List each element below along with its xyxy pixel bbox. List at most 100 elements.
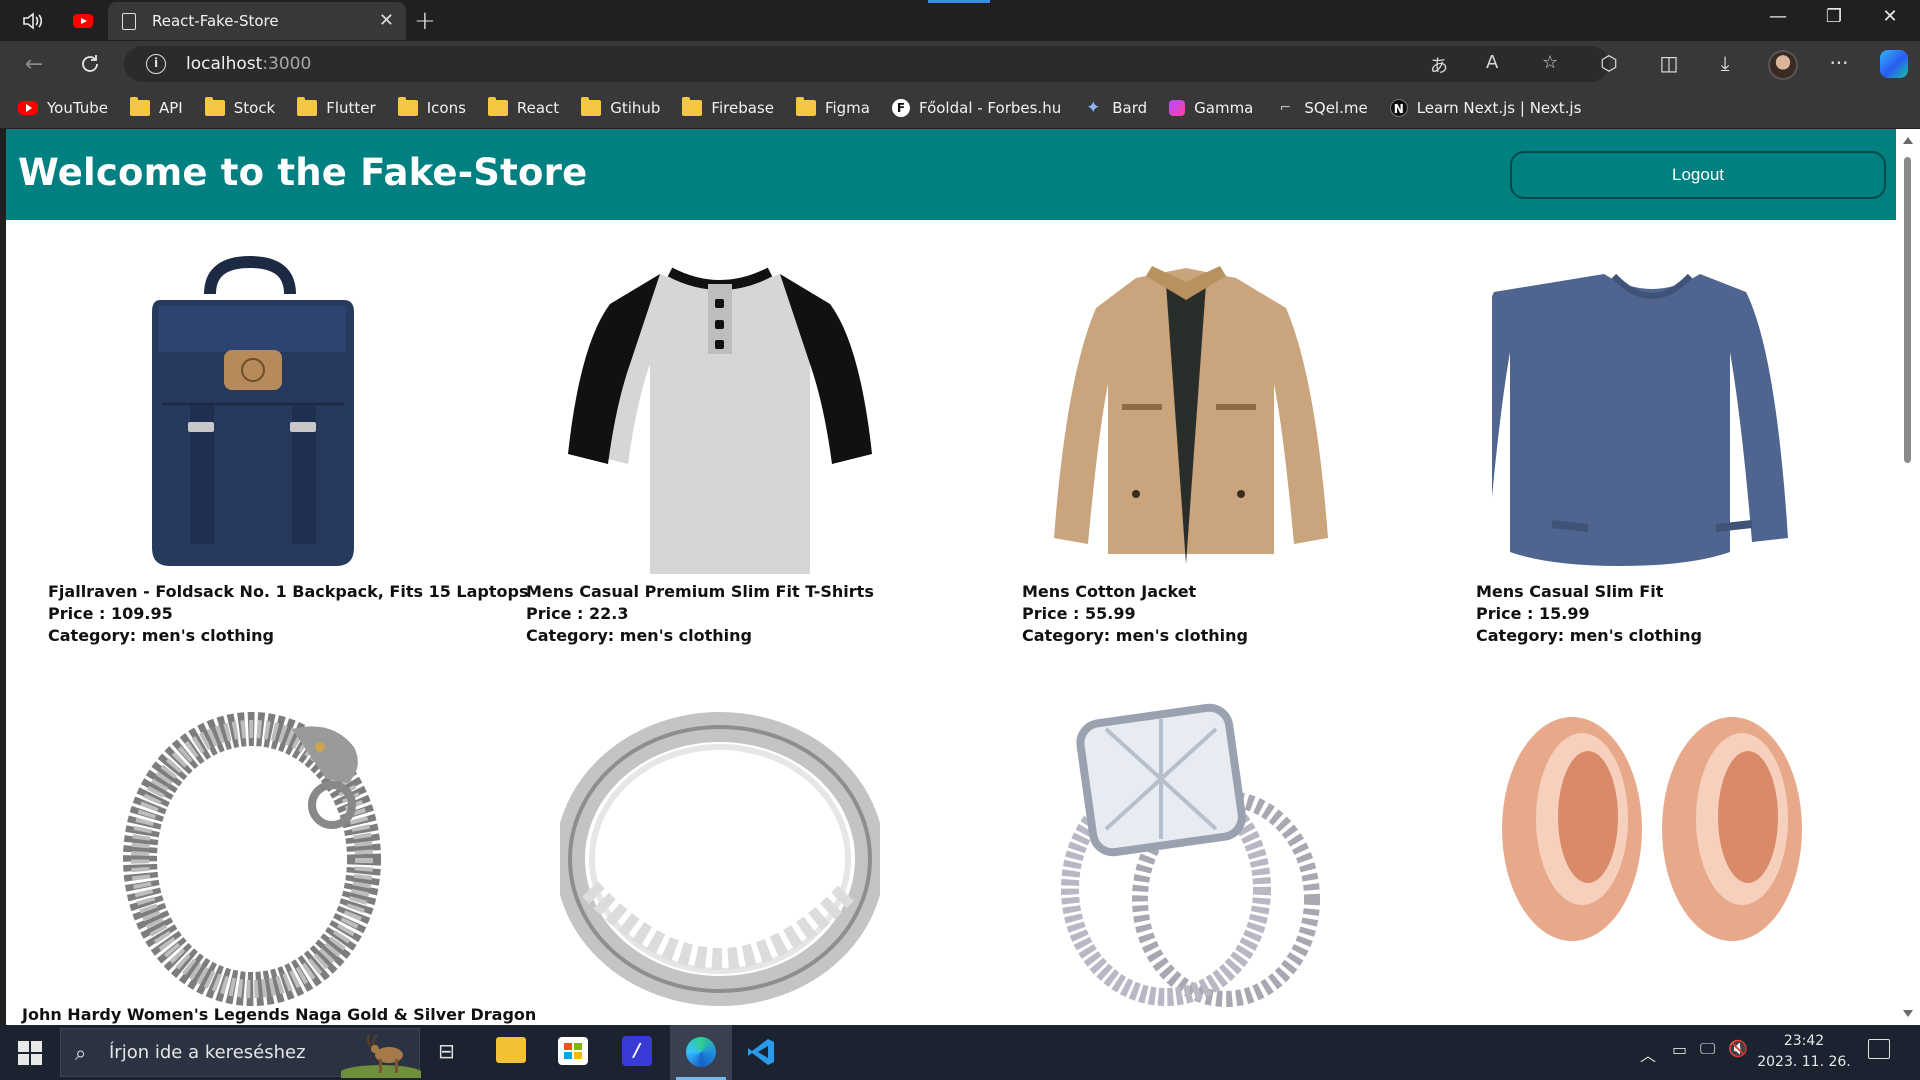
product-info: John Hardy Women's Legends Naga Gold & S… bbox=[22, 1004, 536, 1025]
favorite-star-icon[interactable]: ☆ bbox=[1542, 52, 1558, 73]
tab-react-fake-store[interactable]: React-Fake-Store ✕ bbox=[108, 2, 406, 40]
gamma-icon bbox=[1169, 99, 1186, 116]
taskbar-clock[interactable]: 23:42 2023. 11. 26. bbox=[1752, 1031, 1856, 1073]
product-info: Mens Casual Slim Fit Price : 15.99 Categ… bbox=[1476, 581, 1702, 647]
url-field[interactable]: i localhost:3000 あ A ☆ bbox=[124, 46, 1609, 82]
microsoft-store-icon[interactable] bbox=[558, 1037, 588, 1065]
network-icon[interactable]: 🖵 bbox=[1700, 1039, 1715, 1059]
notifications-icon[interactable] bbox=[1868, 1039, 1890, 1059]
restore-button[interactable]: ❐ bbox=[1814, 6, 1854, 27]
bookmark-bard[interactable]: ✦ Bard bbox=[1083, 99, 1147, 117]
minimize-button[interactable]: — bbox=[1758, 6, 1798, 27]
clock-time: 23:42 bbox=[1783, 1033, 1825, 1049]
url-text[interactable]: localhost:3000 bbox=[186, 54, 311, 74]
logout-button[interactable]: Logout bbox=[1510, 151, 1886, 199]
deer-illustration-icon bbox=[341, 1034, 421, 1078]
new-tab-button[interactable]: + bbox=[414, 6, 436, 36]
address-bar-row: ← i localhost:3000 あ A ☆ ⬡ ◫ ⤓ ··· bbox=[0, 41, 1920, 87]
translate-icon[interactable]: あ bbox=[1430, 52, 1448, 78]
folder-icon bbox=[487, 96, 508, 116]
bookmarks-bar: YouTube API Stock Flutter Icons React Gt… bbox=[0, 87, 1920, 128]
product-category: Category: men's clothing bbox=[526, 626, 753, 645]
product-title: Mens Cotton Jacket bbox=[1022, 582, 1197, 601]
product-category: Category: men's clothing bbox=[1476, 626, 1703, 645]
bookmark-forbes[interactable]: F Főoldal - Forbes.hu bbox=[891, 98, 1061, 117]
folder-icon bbox=[297, 96, 318, 116]
back-button[interactable]: ← bbox=[18, 49, 50, 79]
more-menu-icon[interactable]: ··· bbox=[1824, 51, 1854, 75]
product-info: Mens Casual Premium Slim Fit T-Shirts Pr… bbox=[526, 581, 874, 647]
bookmark-sqel[interactable]: ⌐ SQel.me bbox=[1275, 99, 1368, 117]
product-image-backpack[interactable] bbox=[32, 254, 472, 574]
folder-icon bbox=[795, 96, 816, 116]
site-info-icon[interactable]: i bbox=[146, 54, 166, 74]
search-placeholder: Írjon ide a kereséshez bbox=[109, 1042, 306, 1063]
bookmark-figma[interactable]: Figma bbox=[795, 96, 870, 117]
product-price: Price : 55.99 bbox=[1022, 604, 1136, 623]
bookmark-react[interactable]: React bbox=[487, 96, 559, 117]
product-image-diamond-ring[interactable] bbox=[966, 689, 1406, 1009]
folder-icon bbox=[581, 96, 602, 116]
bookmark-icons[interactable]: Icons bbox=[397, 96, 466, 117]
page-viewport: Welcome to the Fake-Store Logout Fjallra… bbox=[6, 129, 1896, 1025]
tab-title: React-Fake-Store bbox=[152, 12, 279, 30]
product-info: Mens Cotton Jacket Price : 55.99 Categor… bbox=[1022, 581, 1248, 647]
vscode-icon[interactable] bbox=[746, 1037, 776, 1067]
youtube-tab-icon[interactable] bbox=[70, 8, 96, 34]
product-title: Mens Casual Premium Slim Fit T-Shirts bbox=[526, 582, 874, 601]
search-icon: ⌕ bbox=[75, 1041, 87, 1065]
split-screen-icon[interactable]: ◫ bbox=[1654, 51, 1684, 75]
bookmark-api[interactable]: API bbox=[130, 96, 183, 117]
product-price: Price : 15.99 bbox=[1476, 604, 1590, 623]
bookmark-gamma[interactable]: Gamma bbox=[1169, 99, 1253, 117]
extensions-icon[interactable]: ⬡ bbox=[1594, 51, 1624, 75]
product-image-rose-gold-tunnels[interactable] bbox=[1432, 689, 1872, 1009]
bard-icon: ✦ bbox=[1086, 97, 1101, 118]
page-icon bbox=[122, 12, 136, 30]
copilot-icon[interactable] bbox=[1880, 50, 1908, 78]
edge-icon bbox=[686, 1037, 716, 1067]
reload-button[interactable] bbox=[74, 49, 106, 79]
product-price: Price : 22.3 bbox=[526, 604, 629, 623]
bookmark-stock[interactable]: Stock bbox=[204, 96, 275, 117]
scroll-thumb[interactable] bbox=[1904, 157, 1911, 463]
youtube-icon bbox=[18, 100, 38, 115]
store-header: Welcome to the Fake-Store Logout bbox=[6, 129, 1896, 220]
close-window-button[interactable]: ✕ bbox=[1870, 6, 1910, 27]
product-image-bracelet[interactable] bbox=[32, 689, 472, 1009]
clock-date: 2023. 11. 26. bbox=[1757, 1054, 1851, 1070]
windows-start-icon[interactable] bbox=[18, 1041, 42, 1065]
taskbar-search-box[interactable]: ⌕ Írjon ide a kereséshez bbox=[60, 1028, 421, 1078]
product-category: Category: men's clothing bbox=[1022, 626, 1249, 645]
bookmark-flutter[interactable]: Flutter bbox=[297, 96, 376, 117]
profile-avatar[interactable] bbox=[1768, 50, 1798, 80]
speaker-icon[interactable] bbox=[20, 8, 46, 34]
product-info: Fjallraven - Foldsack No. 1 Backpack, Fi… bbox=[48, 581, 528, 647]
battery-icon[interactable]: ▭ bbox=[1672, 1040, 1687, 1059]
volume-muted-icon[interactable]: 🔇 bbox=[1728, 1039, 1748, 1058]
downloads-icon[interactable]: ⤓ bbox=[1710, 51, 1740, 75]
page-scrollbar[interactable] bbox=[1896, 129, 1920, 1025]
folder-icon bbox=[682, 96, 703, 116]
task-view-icon[interactable]: ⊟ bbox=[438, 1039, 455, 1063]
product-image-jacket[interactable] bbox=[966, 254, 1406, 574]
bookmark-firebase[interactable]: Firebase bbox=[682, 96, 774, 117]
bookmark-youtube[interactable]: YouTube bbox=[18, 99, 108, 117]
close-tab-icon[interactable]: ✕ bbox=[379, 10, 394, 31]
product-title: Fjallraven - Foldsack No. 1 Backpack, Fi… bbox=[48, 582, 529, 601]
page-title: Welcome to the Fake-Store bbox=[18, 151, 588, 194]
visual-studio-app-icon[interactable]: / bbox=[622, 1036, 652, 1066]
edge-taskbar-button[interactable] bbox=[670, 1025, 732, 1080]
nextjs-icon: N bbox=[1389, 98, 1408, 117]
product-image-longsleeve[interactable] bbox=[1432, 254, 1872, 574]
file-explorer-icon[interactable] bbox=[496, 1037, 526, 1063]
bookmark-gtihub[interactable]: Gtihub bbox=[581, 96, 660, 117]
folder-icon bbox=[130, 96, 150, 116]
tray-chevron-up-icon[interactable]: ︿ bbox=[1640, 1042, 1656, 1066]
bookmark-nextjs[interactable]: N Learn Next.js | Next.js bbox=[1389, 98, 1581, 117]
product-image-silver-ring[interactable] bbox=[500, 689, 940, 1009]
product-image-tshirt[interactable] bbox=[500, 254, 940, 574]
scroll-down-arrow[interactable] bbox=[1903, 1010, 1913, 1017]
scroll-up-arrow[interactable] bbox=[1903, 137, 1913, 144]
read-aloud-icon[interactable]: A bbox=[1486, 52, 1498, 73]
